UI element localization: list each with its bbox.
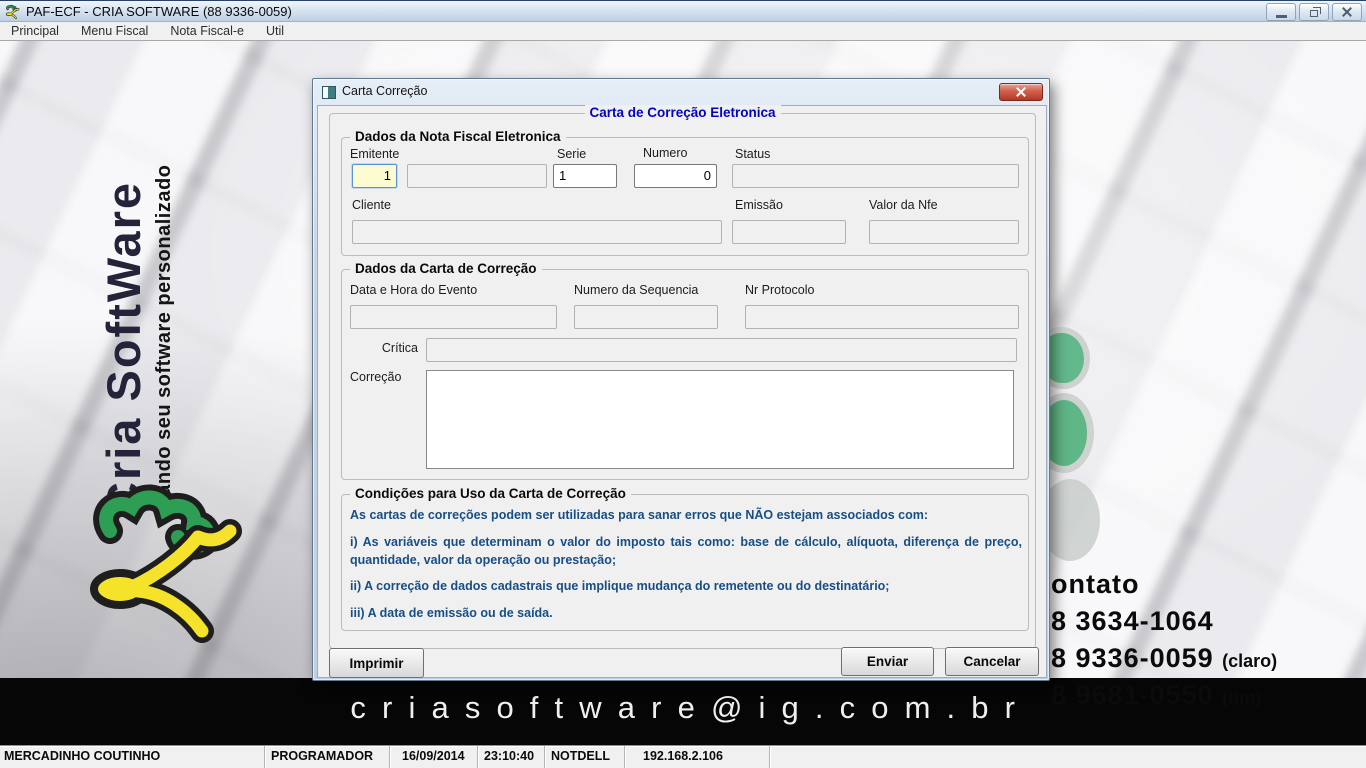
emissao-label: Emissão <box>735 198 783 212</box>
statusbar-ip: 192.168.2.106 <box>625 746 770 768</box>
emissao-field <box>732 220 846 244</box>
statusbar: MERCADINHO COUTINHO PROGRAMADOR 16/09/20… <box>0 745 1366 768</box>
screen: PAF-ECF - CRIA SOFTWARE (88 9336-0059) P… <box>0 0 1366 768</box>
statusbar-date: 16/09/2014 <box>390 746 478 768</box>
imprimir-button[interactable]: Imprimir <box>329 648 424 678</box>
emitente-name-field <box>407 164 547 188</box>
minimize-icon <box>1275 14 1287 18</box>
close-icon <box>1341 6 1353 18</box>
statusbar-user: PROGRAMADOR <box>265 746 390 768</box>
conditions-text: As cartas de correções podem ser utiliza… <box>350 507 1022 632</box>
statusbar-time: 23:10:40 <box>478 746 545 768</box>
menu-item-menu-fiscal[interactable]: Menu Fiscal <box>70 22 159 40</box>
close-icon <box>1016 87 1026 97</box>
valor-nfe-label: Valor da Nfe <box>869 198 938 212</box>
dialog-title: Carta Correção <box>342 84 428 98</box>
conditions-item-3: iii) A data de emissão ou de saída. <box>350 606 553 620</box>
restore-icon <box>1310 6 1321 17</box>
window-title: PAF-ECF - CRIA SOFTWARE (88 9336-0059) <box>26 4 292 19</box>
dialog-form-icon <box>322 86 336 99</box>
critica-label: Crítica <box>381 341 418 355</box>
correcao-textarea[interactable] <box>426 370 1014 469</box>
nfe-group-title: Dados da Nota Fiscal Eletronica <box>350 129 566 144</box>
conditions-item-2: ii) A correção de dados cadastrais que i… <box>350 579 890 594</box>
close-button[interactable] <box>1332 3 1362 21</box>
conditions-intro: As cartas de correções podem ser utiliza… <box>350 508 929 522</box>
numero-field[interactable]: 0 <box>634 164 717 188</box>
window-controls <box>1266 3 1362 21</box>
menu-item-util[interactable]: Util <box>255 22 295 40</box>
phone-number: 8 3634-1064 <box>1051 606 1214 636</box>
emitente-code-field[interactable]: 1 <box>352 164 397 188</box>
valor-nfe-field <box>869 220 1019 244</box>
statusbar-company: MERCADINHO COUTINHO <box>0 746 265 768</box>
brand-subtitle: Criando seu software personalizado <box>153 164 175 525</box>
minimize-button[interactable] <box>1266 3 1296 21</box>
data-evento-label: Data e Hora do Evento <box>350 283 478 297</box>
statusbar-filler <box>770 746 1366 768</box>
emitente-label: Emitente <box>350 147 400 161</box>
correcao-label: Correção <box>350 370 402 384</box>
app-mascot-icon <box>5 4 20 20</box>
menu-item-principal[interactable]: Principal <box>0 22 70 40</box>
phone-number: 8 9681-0550 <box>1051 680 1214 710</box>
contact-phone-3: 8 9681-0550 (tim) <box>1051 680 1277 711</box>
cliente-label: Cliente <box>352 198 391 212</box>
conditions-group-title: Condições para Uso da Carta de Correção <box>350 486 631 501</box>
serie-field[interactable]: 1 <box>553 164 617 188</box>
contact-phone-2: 8 9336-0059 (claro) <box>1051 643 1277 674</box>
conditions-item-1: i) As variáveis que determinam o valor d… <box>350 534 1022 567</box>
restore-button[interactable] <box>1299 3 1329 21</box>
phone-carrier: (tim) <box>1222 688 1262 708</box>
brand-mascot-logo <box>90 484 242 643</box>
window-titlebar: PAF-ECF - CRIA SOFTWARE (88 9336-0059) <box>0 0 1366 22</box>
critica-field <box>426 338 1017 362</box>
serie-label: Serie <box>557 147 587 161</box>
sequencia-field <box>574 305 718 329</box>
cliente-field <box>352 220 722 244</box>
contact-phone-1: 8 3634-1064 <box>1051 606 1277 637</box>
contact-block: ontato 8 3634-1064 8 9336-0059 (claro) 8… <box>1051 569 1277 711</box>
status-field <box>732 164 1019 188</box>
status-label: Status <box>735 147 771 161</box>
phone-number: 8 9336-0059 <box>1051 643 1214 673</box>
menubar: Principal Menu Fiscal Nota Fiscal-e Util <box>0 22 1366 41</box>
enviar-button[interactable]: Enviar <box>841 647 934 676</box>
contact-heading: ontato <box>1051 569 1140 599</box>
cancelar-button[interactable]: Cancelar <box>945 647 1039 676</box>
dialog-close-button[interactable] <box>999 83 1043 101</box>
protocolo-label: Nr Protocolo <box>745 283 815 297</box>
dialog-header: Carta de Correção Eletronica <box>584 105 781 120</box>
menu-item-nota-fiscal-e[interactable]: Nota Fiscal-e <box>159 22 255 40</box>
protocolo-field <box>745 305 1019 329</box>
sequencia-label: Numero da Sequencia <box>574 283 699 297</box>
statusbar-hostname: NOTDELL <box>545 746 625 768</box>
data-evento-field <box>350 305 557 329</box>
phone-carrier: (claro) <box>1222 651 1278 671</box>
carta-correcao-dialog: Carta Correção Carta de Correção Eletron… <box>312 78 1050 681</box>
numero-label: Numero <box>643 146 688 160</box>
cce-group-title: Dados da Carta de Correção <box>350 261 542 276</box>
brand-title: Cria SoftWare <box>97 180 150 516</box>
